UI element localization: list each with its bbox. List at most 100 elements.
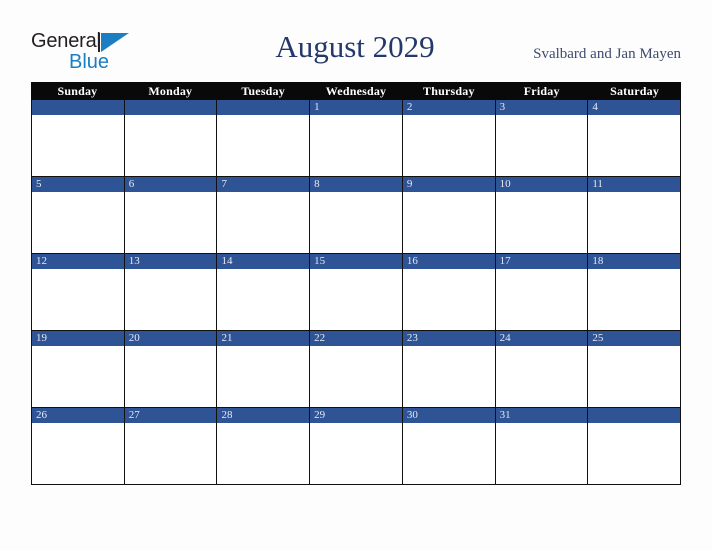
day-events-area[interactable] bbox=[32, 115, 124, 176]
day-cell-10[interactable]: 10 bbox=[495, 177, 589, 254]
day-events-area[interactable] bbox=[32, 192, 124, 253]
calendar-week-row: 5 6 7 8 9 10 11 bbox=[32, 177, 682, 254]
day-events-area[interactable] bbox=[402, 192, 495, 253]
day-events-area[interactable] bbox=[32, 346, 124, 407]
day-events-area[interactable] bbox=[124, 346, 217, 407]
day-events-area[interactable] bbox=[588, 269, 681, 330]
day-events-area[interactable] bbox=[588, 346, 681, 407]
day-number: 11 bbox=[588, 177, 681, 192]
day-events-area[interactable] bbox=[32, 423, 124, 484]
day-cell-25[interactable]: 25 bbox=[588, 331, 682, 408]
day-events-area[interactable] bbox=[310, 423, 402, 484]
day-events-area[interactable] bbox=[32, 269, 124, 330]
day-events-area[interactable] bbox=[217, 115, 310, 176]
day-cell-9[interactable]: 9 bbox=[402, 177, 496, 254]
day-cell-30[interactable]: 30 bbox=[402, 408, 496, 485]
day-cell-12[interactable]: 12 bbox=[32, 254, 125, 331]
day-number bbox=[32, 100, 124, 115]
calendar-week-row: 26 27 28 29 30 31 bbox=[32, 408, 682, 485]
day-of-week-saturday: Saturday bbox=[610, 84, 660, 98]
day-cell-31[interactable]: 31 bbox=[495, 408, 589, 485]
day-cell-29[interactable]: 29 bbox=[310, 408, 403, 485]
day-cell-21[interactable]: 21 bbox=[217, 331, 311, 408]
day-events-area[interactable] bbox=[402, 423, 495, 484]
day-events-area[interactable] bbox=[310, 192, 402, 253]
day-of-week-sunday: Sunday bbox=[57, 84, 98, 98]
day-of-week-thursday: Thursday bbox=[423, 84, 475, 98]
day-cell-15[interactable]: 15 bbox=[310, 254, 403, 331]
logo-text-general: General bbox=[31, 30, 101, 52]
day-cell-1[interactable]: 1 bbox=[310, 100, 403, 177]
day-cell-26[interactable]: 26 bbox=[32, 408, 125, 485]
day-cell-2[interactable]: 2 bbox=[402, 100, 496, 177]
day-events-area[interactable] bbox=[495, 192, 588, 253]
day-events-area[interactable] bbox=[402, 346, 495, 407]
day-events-area[interactable] bbox=[310, 115, 402, 176]
day-cell-22[interactable]: 22 bbox=[310, 331, 403, 408]
day-events-area[interactable] bbox=[217, 269, 310, 330]
day-number: 31 bbox=[495, 408, 588, 423]
day-cell-28[interactable]: 28 bbox=[217, 408, 311, 485]
day-cell-empty[interactable] bbox=[217, 100, 311, 177]
day-number: 16 bbox=[402, 254, 495, 269]
day-events-area[interactable] bbox=[217, 192, 310, 253]
day-cell-4[interactable]: 4 bbox=[588, 100, 682, 177]
day-events-area[interactable] bbox=[495, 269, 588, 330]
day-events-area[interactable] bbox=[124, 115, 217, 176]
day-number: 23 bbox=[402, 331, 495, 346]
day-number: 28 bbox=[217, 408, 310, 423]
day-events-area[interactable] bbox=[124, 269, 217, 330]
day-number: 13 bbox=[124, 254, 217, 269]
day-of-week-monday: Monday bbox=[148, 84, 193, 98]
day-cell-empty[interactable] bbox=[588, 408, 682, 485]
day-events-area[interactable] bbox=[495, 423, 588, 484]
day-cell-16[interactable]: 16 bbox=[402, 254, 496, 331]
day-cell-5[interactable]: 5 bbox=[32, 177, 125, 254]
day-events-area[interactable] bbox=[402, 115, 495, 176]
day-number: 21 bbox=[217, 331, 310, 346]
day-events-area[interactable] bbox=[588, 192, 681, 253]
day-cell-27[interactable]: 27 bbox=[124, 408, 218, 485]
day-number: 10 bbox=[495, 177, 588, 192]
day-cell-23[interactable]: 23 bbox=[402, 331, 496, 408]
day-events-area[interactable] bbox=[588, 115, 681, 176]
day-number: 22 bbox=[310, 331, 402, 346]
day-events-area[interactable] bbox=[495, 115, 588, 176]
day-cell-empty[interactable] bbox=[32, 100, 125, 177]
day-events-area[interactable] bbox=[310, 346, 402, 407]
day-events-area[interactable] bbox=[310, 269, 402, 330]
day-cell-18[interactable]: 18 bbox=[588, 254, 682, 331]
day-cell-17[interactable]: 17 bbox=[495, 254, 589, 331]
day-number: 9 bbox=[402, 177, 495, 192]
day-number: 15 bbox=[310, 254, 402, 269]
day-cell-7[interactable]: 7 bbox=[217, 177, 311, 254]
day-cell-13[interactable]: 13 bbox=[124, 254, 218, 331]
day-cell-empty[interactable] bbox=[124, 100, 218, 177]
day-events-area[interactable] bbox=[124, 423, 217, 484]
day-cell-6[interactable]: 6 bbox=[124, 177, 218, 254]
day-events-area[interactable] bbox=[217, 423, 310, 484]
region-label: Svalbard and Jan Mayen bbox=[533, 46, 681, 62]
day-number: 14 bbox=[217, 254, 310, 269]
day-cell-19[interactable]: 19 bbox=[32, 331, 125, 408]
day-events-area[interactable] bbox=[124, 192, 217, 253]
day-events-area[interactable] bbox=[495, 346, 588, 407]
day-number: 18 bbox=[588, 254, 681, 269]
day-of-week-friday: Friday bbox=[523, 84, 560, 98]
general-blue-logo[interactable]: General Blue bbox=[31, 30, 141, 75]
day-cell-20[interactable]: 20 bbox=[124, 331, 218, 408]
day-number: 6 bbox=[124, 177, 217, 192]
day-cell-14[interactable]: 14 bbox=[217, 254, 311, 331]
day-number: 26 bbox=[32, 408, 124, 423]
day-cell-11[interactable]: 11 bbox=[588, 177, 682, 254]
day-number: 3 bbox=[495, 100, 588, 115]
day-cell-8[interactable]: 8 bbox=[310, 177, 403, 254]
day-events-area[interactable] bbox=[588, 423, 681, 484]
day-number: 12 bbox=[32, 254, 124, 269]
day-of-week-tuesday: Tuesday bbox=[241, 84, 285, 98]
day-events-area[interactable] bbox=[402, 269, 495, 330]
day-number: 1 bbox=[310, 100, 402, 115]
day-cell-3[interactable]: 3 bbox=[495, 100, 589, 177]
day-events-area[interactable] bbox=[217, 346, 310, 407]
day-cell-24[interactable]: 24 bbox=[495, 331, 589, 408]
